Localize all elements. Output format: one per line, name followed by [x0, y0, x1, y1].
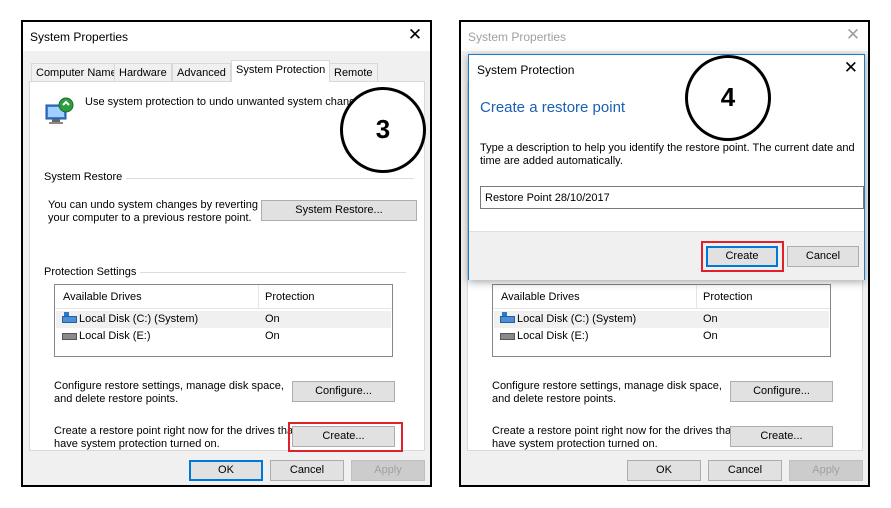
tab-hardware[interactable]: Hardware [114, 63, 172, 82]
system-protection-dialog: System Protection ✕ Create a restore poi… [468, 54, 865, 280]
create-button[interactable]: Create... [730, 426, 833, 447]
dialog-heading: Create a restore point [480, 99, 626, 116]
tab-advanced[interactable]: Advanced [172, 63, 231, 82]
system-restore-group-label: System Restore [44, 171, 127, 183]
highlight-box-create [288, 422, 403, 452]
window-title: System Properties [30, 30, 129, 44]
step-3-callout: 3 [340, 87, 426, 173]
configure-description: Configure restore settings, manage disk … [54, 380, 284, 405]
window-title: System Properties [468, 30, 567, 44]
title-bar: System Properties ✕ [461, 22, 868, 51]
drive-icon [62, 333, 77, 340]
configure-description: Configure restore settings, manage disk … [492, 380, 722, 405]
tab-strip: Computer Name Hardware Advanced System P… [31, 60, 421, 82]
column-header-protection[interactable]: Protection [703, 291, 753, 303]
cancel-button[interactable]: Cancel [270, 460, 344, 481]
create-description: Create a restore point right now for the… [54, 425, 297, 450]
cancel-button[interactable]: Cancel [787, 246, 859, 267]
tab-computer-name[interactable]: Computer Name [31, 63, 122, 82]
ok-button[interactable]: OK [189, 460, 263, 481]
drive-row-e[interactable]: Local Disk (E:) On [56, 328, 391, 345]
tab-system-protection[interactable]: System Protection [231, 60, 331, 82]
dialog-description: Type a description to help you identify … [480, 142, 855, 167]
cancel-button[interactable]: Cancel [708, 460, 782, 481]
configure-button[interactable]: Configure... [292, 381, 395, 402]
close-icon[interactable]: ✕ [844, 59, 858, 77]
protection-settings-group-label: Protection Settings [44, 266, 141, 278]
drive-row-c[interactable]: Local Disk (C:) (System) On [56, 311, 391, 328]
configure-button[interactable]: Configure... [730, 381, 833, 402]
dialog-footer: Create Cancel [469, 231, 864, 280]
column-header-drives[interactable]: Available Drives [63, 291, 142, 303]
create-description: Create a restore point right now for the… [492, 425, 735, 450]
drive-icon [500, 333, 515, 340]
drive-row-e[interactable]: Local Disk (E:) On [494, 328, 829, 345]
drives-list-header: Available Drives Protection [493, 285, 830, 309]
system-protection-icon [44, 95, 76, 127]
title-bar: System Properties ✕ [23, 22, 430, 51]
drives-list: Available Drives Protection Local Disk (… [54, 284, 393, 357]
drives-list-header: Available Drives Protection [55, 285, 392, 309]
tab-remote[interactable]: Remote [329, 63, 378, 82]
restore-point-description-input[interactable] [480, 186, 864, 209]
drive-row-c[interactable]: Local Disk (C:) (System) On [494, 311, 829, 328]
dialog-title: System Protection [477, 63, 575, 77]
apply-button: Apply [789, 460, 863, 481]
step-4-callout: 4 [685, 55, 771, 141]
highlight-box-create [701, 241, 784, 272]
column-header-drives[interactable]: Available Drives [501, 291, 580, 303]
column-header-protection[interactable]: Protection [265, 291, 315, 303]
close-icon[interactable]: ✕ [406, 26, 424, 44]
drives-list: Available Drives Protection Local Disk (… [492, 284, 831, 357]
system-drive-icon [500, 312, 515, 323]
system-restore-button[interactable]: System Restore... [261, 200, 417, 221]
system-drive-icon [62, 312, 77, 323]
apply-button: Apply [351, 460, 425, 481]
system-restore-description: You can undo system changes by reverting… [48, 199, 258, 224]
close-icon[interactable]: ✕ [844, 26, 862, 44]
ok-button[interactable]: OK [627, 460, 701, 481]
system-properties-window-right: System Properties ✕ Available Drives Pro… [459, 20, 870, 487]
